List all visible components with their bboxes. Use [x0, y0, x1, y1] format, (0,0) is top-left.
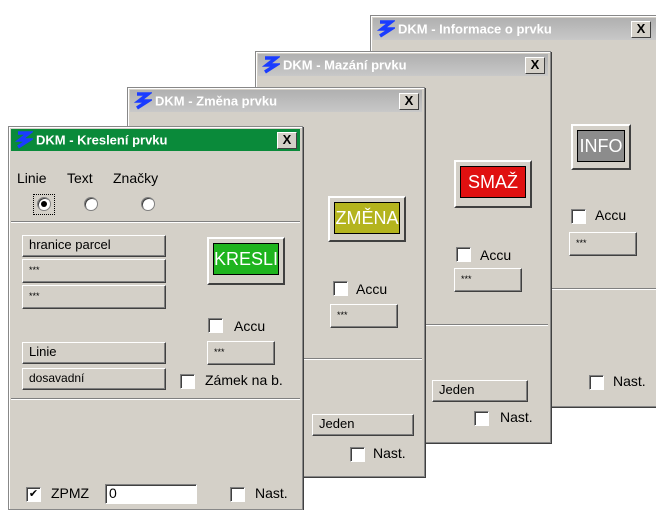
value-button[interactable]: ***: [454, 268, 522, 292]
value-button[interactable]: ***: [569, 232, 637, 256]
close-button[interactable]: X: [277, 132, 297, 149]
radio-label-znacky: Značky: [113, 170, 159, 186]
titlebar-kresleni[interactable]: DKM - Kreslení prvku X: [11, 129, 300, 151]
kresli-button[interactable]: KRESLI: [207, 237, 285, 285]
zpmz-checkbox[interactable]: ✔: [26, 487, 41, 502]
zamek-checkbox[interactable]: [180, 374, 195, 389]
smaz-button-label: SMAŽ: [460, 166, 526, 198]
nast-checkbox[interactable]: [474, 411, 489, 426]
nast-checkbox[interactable]: [230, 487, 245, 502]
accu-checkbox[interactable]: [571, 209, 586, 224]
value-button[interactable]: ***: [330, 304, 398, 328]
nast-label: Nast.: [613, 373, 646, 389]
info-button-label: INFO: [577, 130, 625, 162]
window-kresleni: DKM - Kreslení prvku X Linie Text Značky…: [8, 126, 303, 510]
window-title: DKM - Informace o prvku: [398, 21, 552, 37]
accu-label: Accu: [356, 281, 388, 297]
accu-label: Accu: [480, 247, 512, 263]
dkm-logo-icon: [377, 19, 395, 38]
kresli-button-label: KRESLI: [213, 243, 279, 275]
separator-mid: [11, 398, 300, 400]
list-button-3[interactable]: ***: [22, 285, 166, 309]
accu-checkbox[interactable]: [333, 281, 348, 296]
dkm-logo-icon: [15, 130, 33, 149]
value-button[interactable]: ***: [207, 341, 275, 365]
zpmz-input[interactable]: 0: [105, 484, 197, 504]
close-button[interactable]: X: [525, 57, 545, 74]
zamek-label: Zámek na b.: [205, 372, 283, 388]
window-title: DKM - Kreslení prvku: [36, 132, 168, 148]
zmena-button[interactable]: ZMĚNA: [328, 196, 406, 242]
dosavadni-button[interactable]: dosavadní: [22, 368, 166, 390]
nast-label: Nast.: [255, 485, 288, 501]
radio-label-text: Text: [67, 170, 93, 186]
smaz-button[interactable]: SMAŽ: [454, 160, 532, 208]
nast-checkbox[interactable]: [589, 375, 604, 390]
radio-label-linie: Linie: [17, 170, 47, 186]
window-title: DKM - Změna prvku: [155, 93, 278, 109]
accu-checkbox[interactable]: [208, 318, 223, 333]
titlebar-zmena[interactable]: DKM - Změna prvku X: [130, 90, 422, 112]
radio-linie[interactable]: [37, 197, 51, 211]
close-button[interactable]: X: [399, 93, 419, 110]
nast-label: Nast.: [500, 409, 533, 425]
jeden-button[interactable]: Jeden: [312, 414, 414, 436]
nast-checkbox[interactable]: [350, 447, 365, 462]
info-button[interactable]: INFO: [571, 124, 631, 170]
titlebar-mazani[interactable]: DKM - Mazání prvku X: [258, 54, 548, 76]
accu-label: Accu: [234, 318, 266, 334]
separator-top: [11, 221, 300, 223]
jeden-button[interactable]: Jeden: [432, 380, 528, 402]
dkm-logo-icon: [262, 55, 280, 74]
window-title: DKM - Mazání prvku: [283, 57, 407, 73]
list-button-hranice-parcel[interactable]: hranice parcel: [22, 235, 166, 257]
nast-label: Nast.: [373, 445, 406, 461]
dkm-logo-icon: [134, 91, 152, 110]
radio-text[interactable]: [84, 197, 98, 211]
zmena-button-label: ZMĚNA: [334, 202, 400, 234]
accu-checkbox[interactable]: [456, 247, 471, 262]
titlebar-informace[interactable]: DKM - Informace o prvku X: [373, 18, 656, 40]
list-button-2[interactable]: ***: [22, 259, 166, 283]
accu-label: Accu: [595, 207, 627, 223]
radio-znacky[interactable]: [141, 197, 155, 211]
zpmz-label: ZPMZ: [51, 485, 90, 501]
linie-button[interactable]: Linie: [22, 342, 166, 364]
close-button[interactable]: X: [631, 21, 651, 38]
